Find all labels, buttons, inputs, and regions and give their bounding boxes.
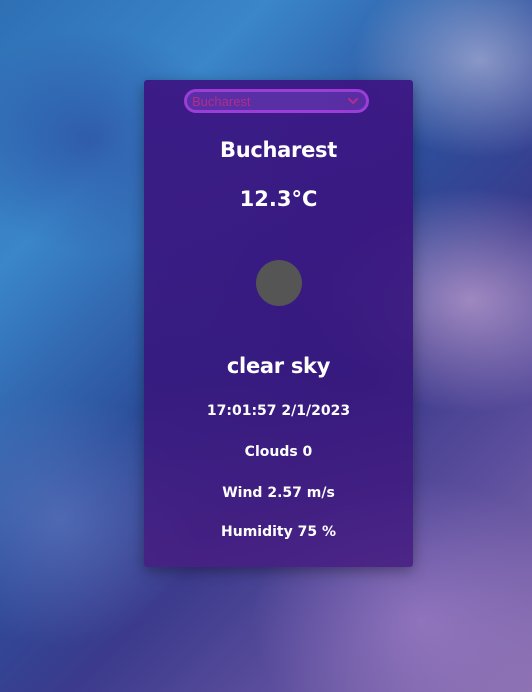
city-select-value: Bucharest bbox=[192, 93, 251, 109]
clouds-value: Clouds 0 bbox=[244, 444, 313, 460]
wind-value: Wind 2.57 m/s bbox=[222, 485, 335, 501]
weather-card: Bucharest Bucharest 12.3°C clear sky 17:… bbox=[144, 80, 413, 567]
temperature: 12.3°C bbox=[239, 187, 318, 211]
humidity-value: Humidity 75 % bbox=[221, 524, 336, 540]
app-background: { "city_select": { "selected": "Buchares… bbox=[0, 0, 532, 692]
datetime: 17:01:57 2/1/2023 bbox=[206, 403, 351, 419]
weather-icon bbox=[256, 260, 302, 306]
weather-description: clear sky bbox=[226, 354, 331, 378]
city-name: Bucharest bbox=[220, 138, 337, 162]
city-select[interactable]: Bucharest bbox=[184, 89, 369, 113]
chevron-down-icon[interactable] bbox=[344, 92, 362, 110]
